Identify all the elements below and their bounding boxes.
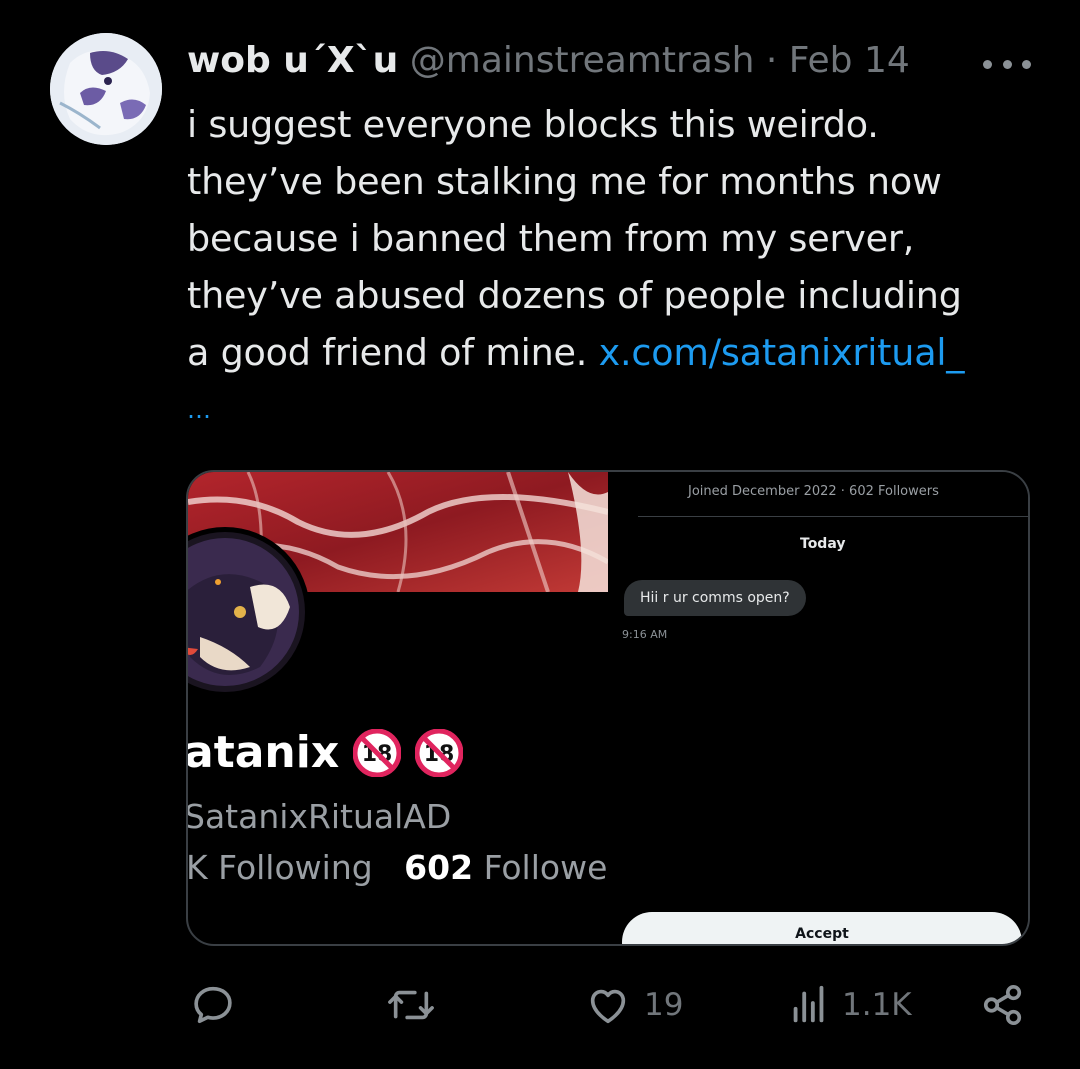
- followers-count: 602: [404, 848, 474, 887]
- profile-name-row: atanix 18 18: [186, 727, 464, 778]
- share-icon: [980, 982, 1026, 1028]
- tweet-line: they’ve been stalking me for months now: [187, 160, 942, 203]
- like-button[interactable]: 19: [584, 982, 683, 1028]
- author-handle[interactable]: @mainstreamtrash: [410, 40, 755, 81]
- views-icon: [786, 982, 832, 1028]
- following-label: Following: [218, 848, 373, 887]
- author-avatar[interactable]: [50, 33, 162, 145]
- author-display-name[interactable]: wob u´X`u: [187, 40, 398, 81]
- tweet-line: because i banned them from my server,: [187, 217, 915, 260]
- tweet-media[interactable]: atanix 18 18 SatanixRitualAD K Following…: [186, 470, 1030, 946]
- tweet-date[interactable]: Feb 14: [789, 40, 910, 81]
- views-count: 1.1K: [842, 987, 912, 1023]
- dm-joined-info: Joined December 2022 · 602 Followers: [688, 484, 939, 499]
- tweet-line: a good friend of mine.: [187, 331, 588, 374]
- heart-icon: [584, 982, 632, 1028]
- dm-accept-button: Accept: [622, 912, 1022, 944]
- profile-name: atanix: [186, 727, 340, 778]
- tweet-line: i suggest everyone blocks this weirdo.: [187, 103, 879, 146]
- profile-handle: SatanixRitualAD: [186, 797, 452, 836]
- no-under-18-icon: 18: [414, 728, 464, 777]
- profile-stats: K Following 602 Followers: [186, 848, 638, 887]
- share-button[interactable]: [980, 982, 1026, 1028]
- tweet-line: they’ve abused dozens of people includin…: [187, 274, 962, 317]
- truncation-ellipsis[interactable]: …: [187, 396, 212, 424]
- reply-button[interactable]: [190, 982, 236, 1028]
- tweet-actions: 19 1.1K: [0, 982, 1080, 1042]
- retweet-button[interactable]: [386, 982, 436, 1028]
- more-options-icon[interactable]: [983, 58, 1031, 70]
- header-separator: ·: [765, 40, 778, 81]
- dm-day-label: Today: [800, 536, 846, 552]
- retweet-icon: [386, 982, 436, 1028]
- dm-divider: [638, 516, 1028, 517]
- tweet-link[interactable]: x.com/satanixritual_: [599, 331, 965, 374]
- tweet-header: wob u´X`u @mainstreamtrash · Feb 14: [187, 36, 1080, 86]
- no-under-18-icon: 18: [352, 728, 402, 777]
- views-button[interactable]: 1.1K: [786, 982, 912, 1028]
- tweet-text: i suggest everyone blocks this weirdo. t…: [187, 96, 1057, 381]
- dm-message-time: 9:16 AM: [622, 628, 668, 641]
- like-count: 19: [644, 987, 684, 1023]
- dm-message-bubble: Hii r ur comms open?: [624, 580, 806, 616]
- dm-pane: Joined December 2022 · 602 Followers Tod…: [608, 472, 1028, 944]
- reply-icon: [190, 982, 236, 1028]
- following-count: K: [186, 848, 208, 887]
